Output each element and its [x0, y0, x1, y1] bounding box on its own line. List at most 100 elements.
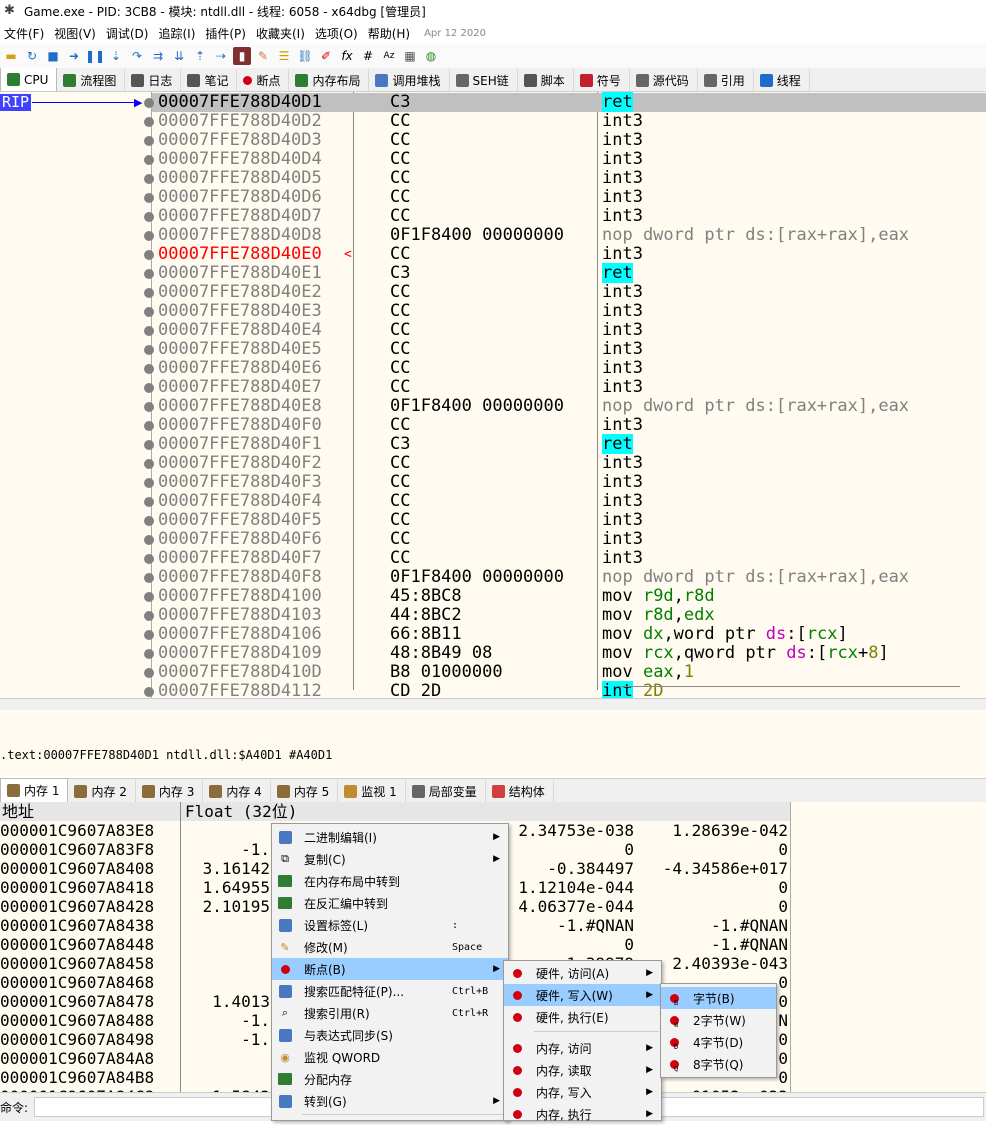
breakpoint-dot-icon[interactable] — [144, 136, 154, 146]
function-icon[interactable]: fx — [338, 47, 356, 65]
disassembly-view[interactable]: RIP ▶ 00007FFE788D40D1 C3 ret 00007FFE788D4… — [0, 92, 986, 698]
breakpoint-dot-icon[interactable] — [144, 440, 154, 450]
menu-item[interactable]: 硬件, 执行(E) — [504, 1006, 661, 1028]
breakpoint-dot-icon[interactable] — [144, 98, 154, 108]
run-icon[interactable]: ➜ — [65, 47, 83, 65]
disasm-row[interactable]: 00007FFE788D40F4 CC int3 — [144, 492, 986, 511]
tab-memory-map[interactable]: 内存布局 — [289, 69, 370, 91]
disasm-row[interactable]: 00007FFE788D40D8 0F1F8400 00000000 nop dwo… — [144, 226, 986, 245]
menu-item[interactable]: 收藏夹(I) — [252, 25, 311, 42]
menu-item[interactable]: 转到(G) ▶ — [272, 1090, 508, 1112]
breakpoint-dot-icon[interactable] — [144, 231, 154, 241]
tab-graph[interactable]: 流程图 — [57, 69, 126, 91]
disasm-row[interactable]: 00007FFE788D40E6 CC int3 — [144, 359, 986, 378]
disasm-row[interactable]: 00007FFE788D40F2 CC int3 — [144, 454, 986, 473]
breakpoint-dot-icon[interactable] — [144, 383, 154, 393]
breakpoint-dot-icon[interactable] — [144, 497, 154, 507]
breakpoint-dot-icon[interactable] — [144, 193, 154, 203]
disasm-row[interactable]: 00007FFE788D4100 45:8BC8 mov r9d,r8d — [144, 587, 986, 606]
bookmarks-icon[interactable]: ✐ — [317, 47, 335, 65]
tab-seh[interactable]: SEH链 — [450, 69, 518, 91]
dump-tab[interactable]: 内存 2 — [68, 780, 136, 802]
breakpoint-dot-icon[interactable] — [144, 554, 154, 564]
dump-tab[interactable]: 结构体 — [486, 780, 554, 802]
disasm-row[interactable]: 00007FFE788D4103 44:8BC2 mov r8d,edx — [144, 606, 986, 625]
menu-item[interactable]: 内存, 读取 ▶ — [504, 1059, 661, 1081]
disasm-row[interactable]: 00007FFE788D40F1 C3 ret — [144, 434, 986, 454]
tab-source[interactable]: 源代码 — [630, 69, 698, 91]
scylla-icon[interactable]: ▮ — [233, 47, 251, 65]
breakpoint-dot-icon[interactable] — [144, 174, 154, 184]
menu-item[interactable]: 2字节(W) W — [661, 1009, 776, 1031]
disasm-row[interactable]: 00007FFE788D410D B8 01000000 mov eax,1 — [144, 663, 986, 682]
tab-threads[interactable]: 线程 — [754, 69, 810, 91]
menu-item[interactable]: ⌕ 搜索引用(R) Ctrl+R — [272, 1002, 508, 1024]
disasm-row[interactable]: 00007FFE788D40E7 CC int3 — [144, 378, 986, 397]
menu-item[interactable]: 二进制编辑(I) ▶ — [272, 826, 508, 848]
open-icon[interactable]: ▬ — [2, 47, 20, 65]
pause-icon[interactable]: ❚❚ — [85, 47, 105, 65]
menu-item[interactable]: ◉ 监视 QWORD — [272, 1046, 508, 1068]
breakpoint-dot-icon[interactable] — [144, 687, 154, 697]
menu-item[interactable]: 在内存布局中转到 — [272, 870, 508, 892]
disasm-row[interactable]: 00007FFE788D4109 48:8B49 08 mov rcx,qword … — [144, 644, 986, 663]
disasm-row[interactable]: 00007FFE788D40E2 CC int3 — [144, 283, 986, 302]
globe-icon[interactable]: ◍ — [422, 47, 440, 65]
breakpoint-dot-icon[interactable] — [144, 592, 154, 602]
menu-item[interactable]: 帮助(H) — [364, 25, 416, 42]
disasm-row[interactable]: 00007FFE788D4106 66:8B11 mov dx,word ptr d… — [144, 625, 986, 644]
menu-item[interactable]: 分配内存 — [272, 1068, 508, 1090]
tab-cpu[interactable]: CPU — [0, 68, 58, 91]
run-to-user-code-icon[interactable]: ⇢ — [212, 47, 230, 65]
breakpoint-dot-icon[interactable] — [144, 307, 154, 317]
dump-tab[interactable]: 监视 1 — [338, 780, 406, 802]
disasm-row[interactable]: 00007FFE788D40F7 CC int3 — [144, 549, 986, 568]
disasm-row[interactable]: 00007FFE788D40F5 CC int3 — [144, 511, 986, 530]
pane-splitter[interactable] — [0, 698, 986, 710]
tab-callstack[interactable]: 调用堆栈 — [369, 69, 450, 91]
breakpoint-dot-icon[interactable] — [144, 516, 154, 526]
menu-item[interactable]: ⧉ 复制(C) ▶ — [272, 848, 508, 870]
menu-item[interactable]: 硬件, 写入(W) ▶ — [504, 984, 661, 1006]
breakpoint-dot-icon[interactable] — [144, 117, 154, 127]
tab-references[interactable]: 引用 — [698, 69, 754, 91]
disasm-row[interactable]: 00007FFE788D40F6 CC int3 — [144, 530, 986, 549]
tab-symbols[interactable]: 符号 — [574, 69, 630, 91]
menu-item[interactable]: 选项(O) — [311, 25, 364, 42]
execute-till-return-icon[interactable]: ⇡ — [191, 47, 209, 65]
disasm-row[interactable]: 00007FFE788D40D1 C3 ret — [144, 92, 986, 112]
calculator-icon[interactable]: ▦ — [401, 47, 419, 65]
disasm-row[interactable]: 00007FFE788D40D7 CC int3 — [144, 207, 986, 226]
breakpoint-dot-icon[interactable] — [144, 668, 154, 678]
menu-item[interactable]: 搜索匹配特征(P)... Ctrl+B — [272, 980, 508, 1002]
dump-tab[interactable]: 内存 4 — [203, 780, 271, 802]
strings-icon[interactable]: Az — [380, 47, 398, 65]
disasm-row[interactable]: 00007FFE788D40F0 CC int3 — [144, 416, 986, 435]
menu-item[interactable]: 内存, 执行 ▶ — [504, 1103, 661, 1125]
menu-item[interactable]: 字节(B) B — [661, 987, 776, 1009]
breakpoint-dot-icon[interactable] — [144, 250, 154, 260]
comments-icon[interactable]: ☰ — [275, 47, 293, 65]
menu-item[interactable]: ✎ 修改(M) Space — [272, 936, 508, 958]
trace-into-icon[interactable]: ⇉ — [149, 47, 167, 65]
breakpoint-dot-icon[interactable] — [144, 421, 154, 431]
patch-icon[interactable]: ✎ — [254, 47, 272, 65]
tab-script[interactable]: 脚本 — [518, 69, 574, 91]
disasm-row[interactable]: 00007FFE788D40E5 CC int3 — [144, 340, 986, 359]
breakpoint-dot-icon[interactable] — [144, 155, 154, 165]
disasm-row[interactable]: 00007FFE788D40D3 CC int3 — [144, 131, 986, 150]
disasm-row[interactable]: 00007FFE788D40E1 C3 ret — [144, 263, 986, 283]
dump-tab[interactable]: 内存 1 — [0, 778, 69, 802]
disasm-row[interactable]: 00007FFE788D40D6 CC int3 — [144, 188, 986, 207]
disasm-row[interactable]: 00007FFE788D40E8 0F1F8400 00000000 nop dwo… — [144, 397, 986, 416]
breakpoint-dot-icon[interactable] — [144, 326, 154, 336]
step-into-icon[interactable]: ⇣ — [107, 47, 125, 65]
hash-icon[interactable]: # — [359, 47, 377, 65]
tab-breakpoint[interactable]: 断点 — [237, 69, 290, 91]
dump-header-float[interactable]: Float (32位) — [181, 802, 790, 821]
disasm-row[interactable]: 00007FFE788D40E3 CC int3 — [144, 302, 986, 321]
menu-item[interactable]: 断点(B) ▶ — [272, 958, 508, 980]
menu-item[interactable]: 调试(D) — [102, 25, 155, 42]
breakpoint-dot-icon[interactable] — [144, 459, 154, 469]
disasm-row[interactable]: 00007FFE788D40F8 0F1F8400 00000000 nop dwo… — [144, 568, 986, 587]
